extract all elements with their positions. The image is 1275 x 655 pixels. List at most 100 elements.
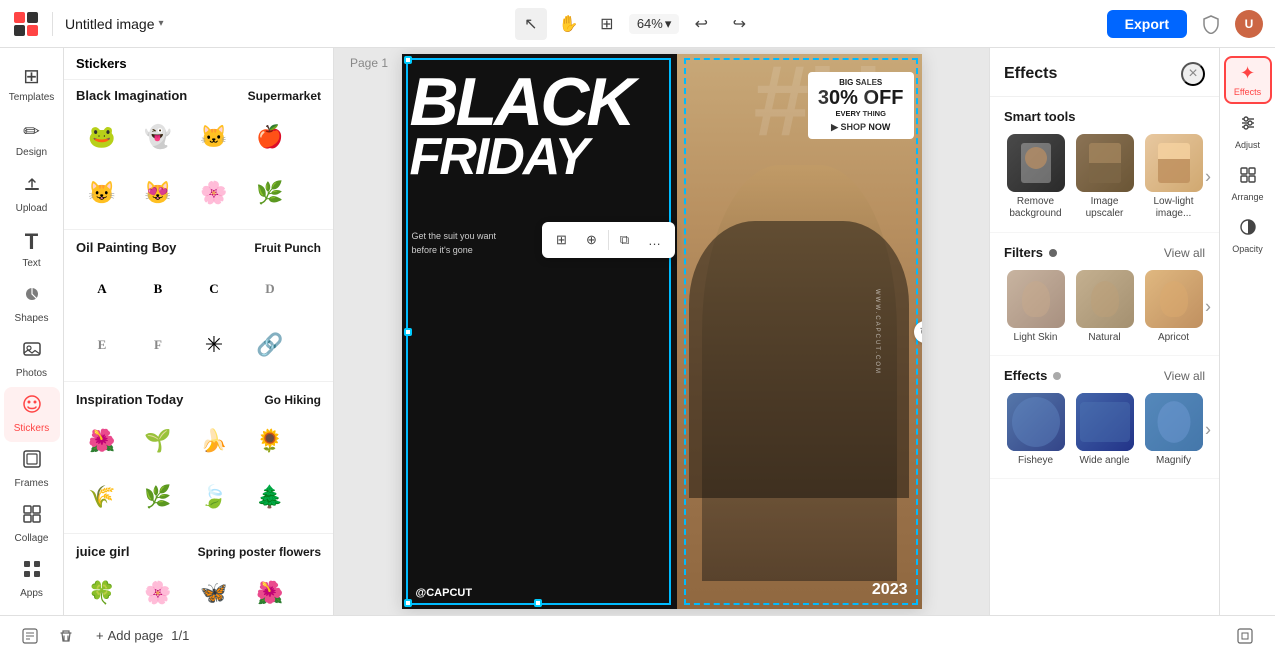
remove-bg-thumb (1007, 134, 1065, 192)
sticker-cell[interactable]: ✳ (188, 319, 240, 371)
hand-tool-btn[interactable]: ✋ (553, 8, 585, 40)
sidebar-item-shapes[interactable]: Shapes (4, 276, 60, 331)
undo-btn[interactable]: ↩ (685, 8, 717, 40)
trash-btn[interactable] (52, 622, 80, 650)
adjust-label: Adjust (1235, 140, 1260, 150)
sidebar-item-design[interactable]: ✏ Design (4, 111, 60, 166)
caption-line1: Get the suit you want (412, 231, 497, 241)
supermarket-label: Supermarket (248, 89, 321, 103)
sidebar-item-stickers[interactable]: Stickers (4, 387, 60, 442)
sidebar-item-text[interactable]: T Text (4, 221, 60, 276)
apps-icon (22, 559, 42, 585)
big-sales-text: BIG SALES (818, 78, 904, 87)
arrange-icon (1239, 166, 1257, 189)
history-btn[interactable] (16, 622, 44, 650)
sticker-cell[interactable]: 🍃 (188, 471, 240, 523)
sticker-row-2: A B C D E F ✳ 🔗 (76, 263, 321, 371)
bottombar: + Add page 1/1 (0, 615, 1275, 655)
float-btn-grid[interactable]: ⊞ (548, 226, 576, 254)
filter-natural[interactable]: Natural (1073, 270, 1136, 343)
file-name: Untitled image (65, 16, 155, 32)
topbar-divider (52, 12, 53, 36)
smart-tool-remove-bg[interactable]: Remove background (1004, 134, 1067, 220)
sidebar-label-collage: Collage (15, 533, 49, 544)
sticker-cell[interactable]: 😺 (76, 167, 128, 219)
sticker-cell[interactable]: 😻 (132, 167, 184, 219)
right-icon-arrange[interactable]: Arrange (1224, 160, 1272, 208)
sticker-cell[interactable]: 🍀 (76, 567, 128, 615)
filters-arrow[interactable]: › (1205, 296, 1211, 317)
right-icon-adjust[interactable]: Adjust (1224, 108, 1272, 156)
sticker-cell[interactable]: 🍌 (188, 415, 240, 467)
add-page-btn[interactable]: + Add page (88, 624, 171, 647)
sticker-group-black-imagination: Black Imagination Supermarket 🐸 👻 🐱 🍎 😺 … (64, 80, 333, 227)
sticker-cell[interactable]: F (132, 319, 184, 371)
group-name-inspiration: Inspiration Today (76, 392, 183, 407)
sidebar-item-frames[interactable]: Frames (4, 442, 60, 497)
sticker-cell[interactable]: A (76, 263, 128, 315)
effect-wide-angle[interactable]: Wide angle (1073, 393, 1136, 466)
right-icon-opacity[interactable]: Opacity (1224, 212, 1272, 260)
sticker-row-1: 🐸 👻 🐱 🍎 😺 😻 🌸 🌿 (76, 111, 321, 219)
sticker-cell[interactable]: 🦋 (188, 567, 240, 615)
effects-items-arrow[interactable]: › (1205, 419, 1211, 440)
sticker-cell[interactable]: B (132, 263, 184, 315)
sidebar-item-collage[interactable]: Collage (4, 497, 60, 552)
sidebar-item-photos[interactable]: Photos (4, 331, 60, 386)
float-btn-copy[interactable]: ⧉ (611, 226, 639, 254)
smart-tool-lowlight[interactable]: Low-light image... (1142, 134, 1205, 220)
effects-title: Effects (1004, 65, 1057, 83)
sticker-cell[interactable]: 👻 (132, 111, 184, 163)
sticker-cell[interactable]: E (76, 319, 128, 371)
sticker-cell[interactable]: 🐸 (76, 111, 128, 163)
fisheye-label: Fisheye (1018, 455, 1053, 466)
zoom-control[interactable]: 64% ▾ (629, 14, 680, 34)
select-tool-btn[interactable]: ↖ (515, 8, 547, 40)
sticker-cell[interactable]: 🌸 (132, 567, 184, 615)
effects-view-all[interactable]: View all (1164, 369, 1205, 383)
redo-btn[interactable]: ↪ (723, 8, 755, 40)
effect-fisheye[interactable]: Fisheye (1004, 393, 1067, 466)
sidebar-item-apps[interactable]: Apps (4, 552, 60, 607)
sticker-cell[interactable]: 🌺 (244, 567, 296, 615)
sidebar-item-upload[interactable]: Upload (4, 166, 60, 221)
right-icon-effects[interactable]: ✦ Effects (1224, 56, 1272, 104)
sidebar-item-templates[interactable]: ⊞ Templates (4, 56, 60, 111)
file-name-area[interactable]: Untitled image ▾ (65, 16, 164, 32)
frame-picker-btn[interactable]: ⊞ (591, 8, 623, 40)
float-btn-add[interactable]: ⊕ (578, 226, 606, 254)
sticker-cell[interactable]: 🔗 (244, 319, 296, 371)
sticker-cell[interactable]: 🌸 (188, 167, 240, 219)
effects-close-btn[interactable]: × (1181, 62, 1205, 86)
float-btn-more[interactable]: … (641, 226, 669, 254)
sticker-cell[interactable]: 🌿 (132, 471, 184, 523)
sticker-cell[interactable]: C (188, 263, 240, 315)
filter-light-skin[interactable]: Light Skin (1004, 270, 1067, 343)
effect-magnify[interactable]: Magnify (1142, 393, 1205, 466)
logo[interactable] (12, 10, 40, 38)
sticker-cell[interactable]: 🌾 (76, 471, 128, 523)
canvas-frame[interactable]: BLACK FRIDAY Get the suit you want befor… (402, 54, 922, 609)
sticker-cell[interactable]: 🍎 (244, 111, 296, 163)
sticker-cell[interactable]: D (244, 263, 296, 315)
smart-tool-upscaler[interactable]: Image upscaler (1073, 134, 1136, 220)
filter-natural-label: Natural (1088, 332, 1120, 343)
expand-btn[interactable] (1231, 622, 1259, 650)
user-avatar[interactable]: U (1235, 10, 1263, 38)
shield-btn[interactable] (1195, 8, 1227, 40)
smart-tools-arrow[interactable]: › (1205, 167, 1211, 188)
sidebar-label-upload: Upload (16, 203, 48, 214)
sticker-cell[interactable]: 🌿 (244, 167, 296, 219)
effects-panel-icon: ✦ (1240, 63, 1255, 84)
sticker-panel: Stickers Black Imagination Supermarket 🐸… (64, 48, 334, 615)
add-page-icon: + (96, 628, 104, 643)
group-name-oil-painting: Oil Painting Boy (76, 240, 176, 255)
export-button[interactable]: Export (1107, 10, 1187, 38)
filter-apricot[interactable]: Apricot (1142, 270, 1205, 343)
filters-view-all[interactable]: View all (1164, 246, 1205, 260)
sticker-cell[interactable]: 🌺 (76, 415, 128, 467)
sticker-cell[interactable]: 🌲 (244, 471, 296, 523)
sticker-cell[interactable]: 🌱 (132, 415, 184, 467)
sticker-cell[interactable]: 🌻 (244, 415, 296, 467)
sticker-cell[interactable]: 🐱 (188, 111, 240, 163)
